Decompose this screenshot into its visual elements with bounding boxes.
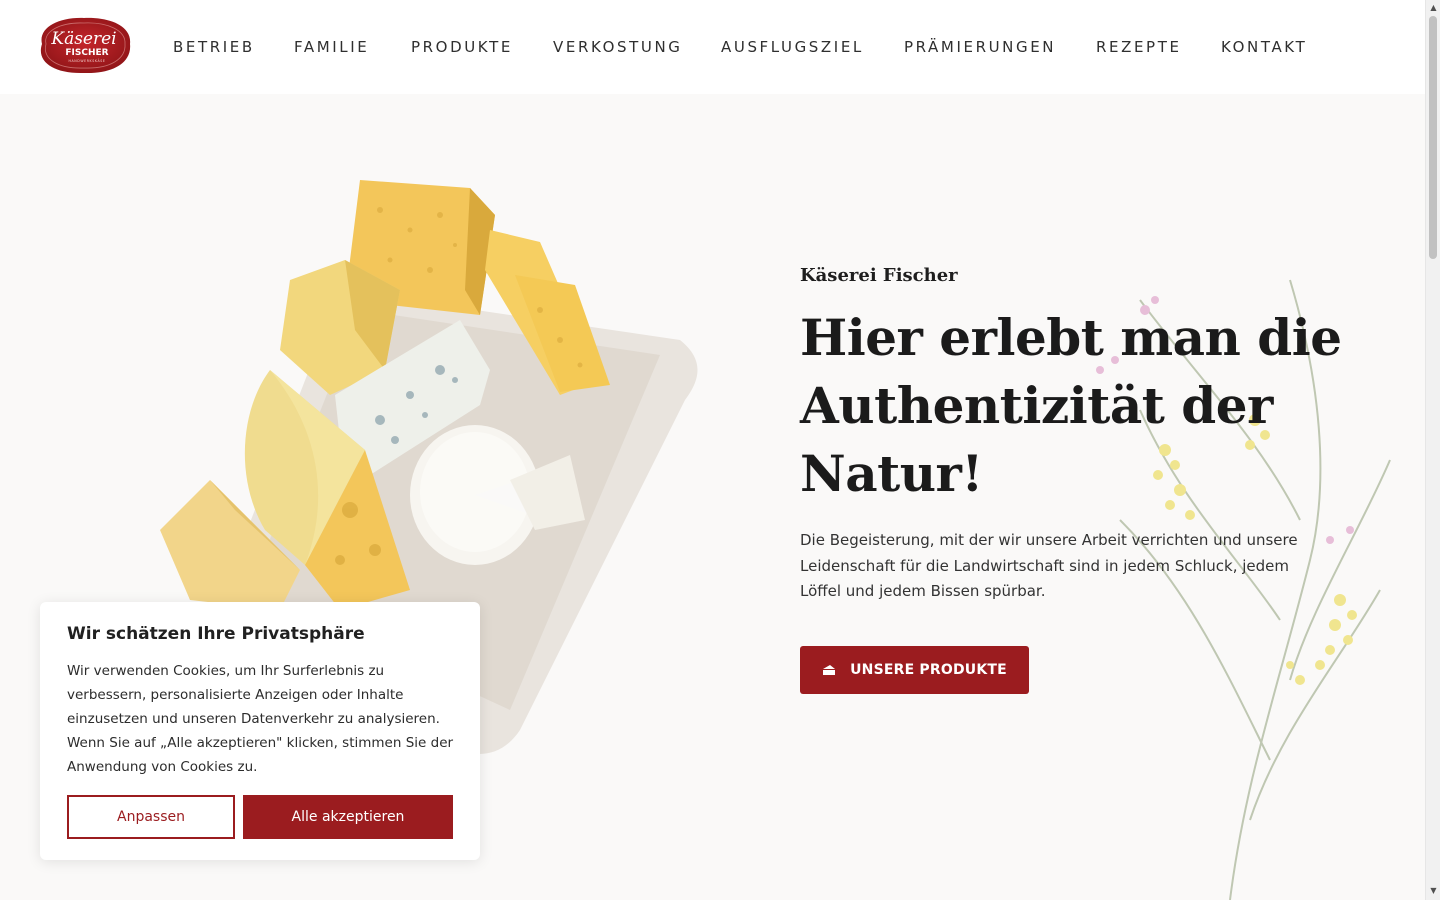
nav-item-praemierungen[interactable]: PRÄMIERUNGEN	[904, 38, 1056, 56]
nav-item-verkostung[interactable]: VERKOSTUNG	[553, 38, 683, 56]
nav-item-produkte[interactable]: PRODUKTE	[411, 38, 513, 56]
page-scrollbar[interactable]: ▲ ▼	[1425, 0, 1440, 900]
cookie-title: Wir schätzen Ihre Privatsphäre	[67, 624, 365, 644]
nav-item-ausflugsziel[interactable]: AUSFLUGSZIEL	[721, 38, 864, 56]
nav-item-betrieb[interactable]: BETRIEB	[173, 38, 255, 56]
scroll-up-icon[interactable]: ▲	[1429, 3, 1438, 12]
our-products-label: UNSERE PRODUKTE	[850, 662, 1007, 678]
cookie-consent-banner: Wir schätzen Ihre Privatsphäre Wir verwe…	[40, 602, 480, 860]
hero-headline: Hier erlebt man die Authentizität der Na…	[800, 308, 1342, 503]
our-products-button[interactable]: UNSERE PRODUKTE	[800, 646, 1029, 694]
cheese-icon	[823, 665, 836, 675]
customize-cookies-button[interactable]: Anpassen	[67, 795, 235, 839]
site-header: Käserei FISCHER HANDWERKSKÄSE BETRIEB FA…	[0, 0, 1425, 94]
accept-all-cookies-button[interactable]: Alle akzeptieren	[243, 795, 453, 839]
nav-item-kontakt[interactable]: KONTAKT	[1221, 38, 1307, 56]
nav-item-rezepte[interactable]: REZEPTE	[1096, 38, 1182, 56]
nav-item-familie[interactable]: FAMILIE	[294, 38, 369, 56]
main-nav: BETRIEB FAMILIE PRODUKTE VERKOSTUNG AUSF…	[0, 0, 1425, 94]
hero-lead-text: Die Begeisterung, mit der wir unsere Arb…	[800, 531, 1298, 600]
hero-eyebrow: Käserei Fischer	[800, 265, 958, 286]
cookie-text: Wir verwenden Cookies, um Ihr Surferlebn…	[67, 663, 454, 775]
scroll-down-icon[interactable]: ▼	[1429, 886, 1438, 895]
scrollbar-thumb[interactable]	[1429, 16, 1437, 259]
